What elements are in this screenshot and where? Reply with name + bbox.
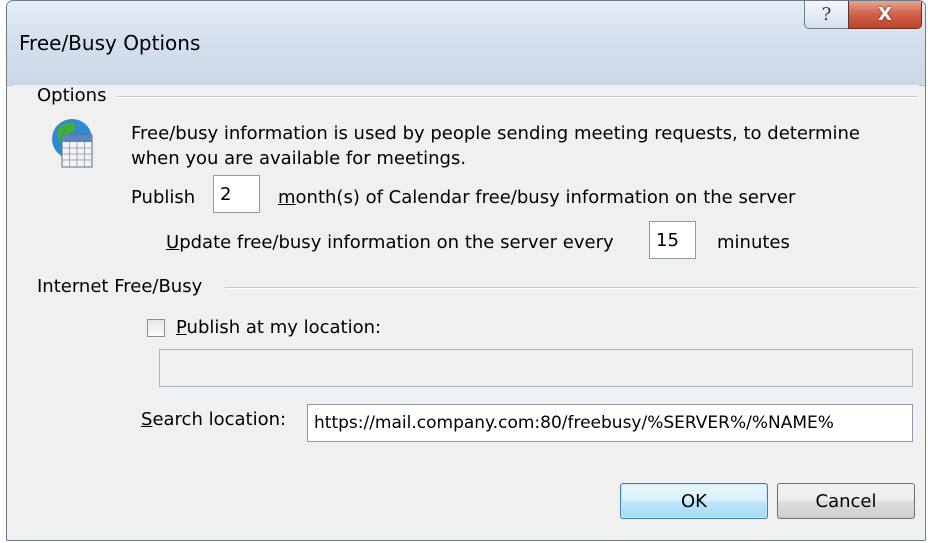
internet-group-divider [225, 287, 917, 289]
options-group-label: Options [37, 85, 115, 106]
globe-calendar-icon [50, 115, 96, 171]
dialog-title: Free/Busy Options [19, 31, 201, 55]
ok-button[interactable]: OK [620, 483, 768, 519]
search-location-label: Search location: [141, 409, 286, 430]
description-line-1: Free/busy information is used by people … [131, 123, 861, 144]
months-label-rest: onth(s) of Calendar free/busy informatio… [295, 187, 796, 208]
update-label-mnemonic: U [166, 232, 180, 253]
description-line-2: when you are available for meetings. [131, 148, 467, 169]
publish-location-rest: ublish at my location: [186, 317, 382, 338]
months-label: month(s) of Calendar free/busy informati… [278, 187, 795, 208]
search-location-rest: earch location: [152, 409, 287, 430]
publish-location-input[interactable] [159, 349, 913, 387]
publish-location-label[interactable]: Publish at my location: [176, 317, 381, 338]
free-busy-options-dialog: Free/Busy Options ? X Options Free/busy … [6, 0, 926, 541]
close-icon: X [878, 4, 892, 25]
publish-location-checkbox[interactable] [147, 319, 165, 337]
cancel-button[interactable]: Cancel [777, 483, 915, 519]
update-label-rest: pdate free/busy information on the serve… [179, 232, 614, 253]
minutes-label: minutes [717, 232, 790, 253]
options-group-divider [117, 96, 917, 98]
close-button[interactable]: X [848, 1, 922, 29]
internet-group-label: Internet Free/Busy [37, 276, 211, 297]
ok-button-label: OK [681, 490, 707, 512]
publish-label: Publish [131, 187, 196, 208]
title-bar: Free/Busy Options ? X [7, 1, 925, 86]
publish-location-mnemonic: P [176, 317, 187, 338]
search-location-input[interactable]: https://mail.company.com:80/freebusy/%SE… [307, 404, 913, 442]
update-label: Update free/busy information on the serv… [166, 232, 614, 253]
publish-months-input[interactable]: 2 [213, 175, 260, 213]
update-minutes-input[interactable]: 15 [649, 221, 696, 259]
search-location-value: https://mail.company.com:80/freebusy/%SE… [314, 413, 834, 433]
months-label-mnemonic: m [278, 187, 296, 208]
publish-months-value: 2 [220, 183, 232, 205]
help-button[interactable]: ? [804, 1, 849, 29]
cancel-button-label: Cancel [815, 490, 877, 512]
help-icon: ? [821, 4, 832, 25]
search-location-mnemonic: S [141, 409, 153, 430]
dialog-body: Options Free/busy information is used by… [13, 85, 919, 534]
update-minutes-value: 15 [656, 229, 679, 251]
